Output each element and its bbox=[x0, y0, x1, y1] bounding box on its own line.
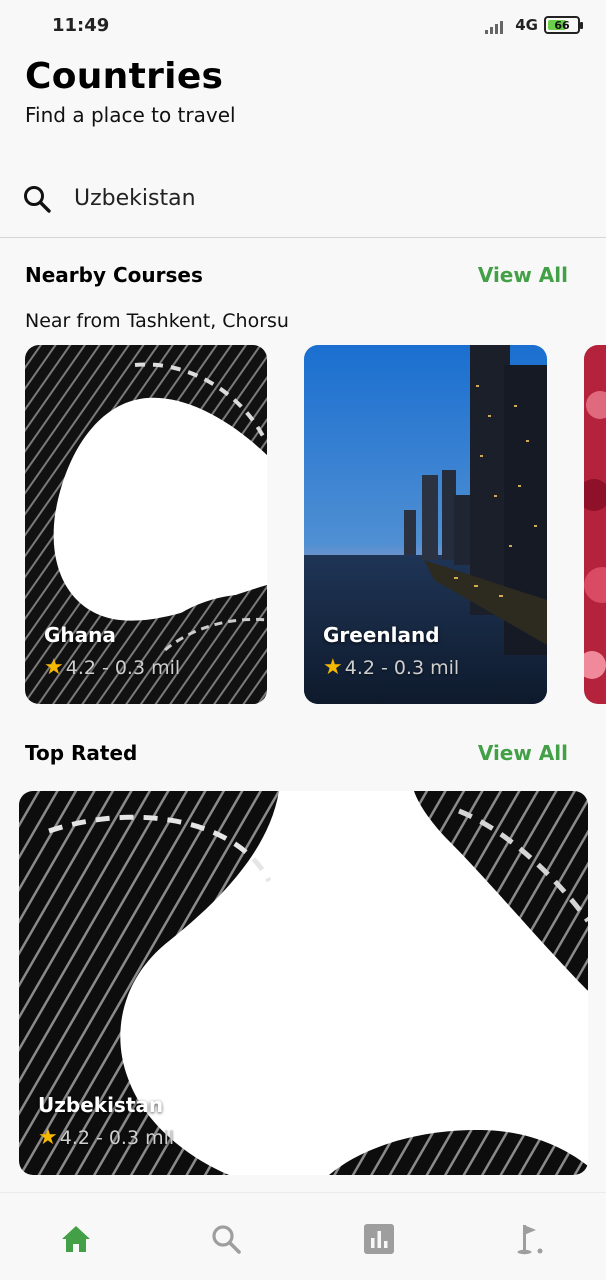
page-subtitle: Find a place to travel bbox=[25, 103, 236, 127]
star-icon: ★ bbox=[44, 655, 64, 680]
search-bar bbox=[0, 160, 606, 238]
top-rated-card[interactable]: Uzbekistan ★ 4.2 - 0.3 mil bbox=[19, 791, 588, 1175]
stats-icon[interactable] bbox=[361, 1221, 397, 1257]
card-rating: ★ 4.2 - 0.3 mil bbox=[44, 655, 180, 680]
size-value: 0.3 mil bbox=[393, 656, 460, 679]
status-icons: 4G 66 bbox=[485, 16, 583, 34]
rating-value: 4.2 bbox=[59, 1126, 90, 1149]
star-icon: ★ bbox=[38, 1125, 58, 1150]
rating-separator: - bbox=[380, 656, 388, 679]
search-input[interactable] bbox=[74, 180, 554, 216]
battery-percent: 66 bbox=[554, 18, 570, 32]
search-icon[interactable] bbox=[22, 184, 52, 214]
rating-separator: - bbox=[101, 656, 109, 679]
country-card[interactable] bbox=[584, 345, 606, 704]
country-card[interactable]: Ghana ★ 4.2 - 0.3 mil bbox=[25, 345, 267, 704]
nearby-section-title: Nearby Courses bbox=[25, 263, 203, 287]
golf-flag-icon[interactable] bbox=[512, 1221, 548, 1257]
top-rated-section-title: Top Rated bbox=[25, 741, 138, 765]
rating-value: 4.2 bbox=[344, 656, 375, 679]
card-country-name: Uzbekistan bbox=[38, 1093, 164, 1117]
status-time: 11:49 bbox=[52, 15, 110, 36]
top-rated-view-all-link[interactable]: View All bbox=[478, 741, 568, 765]
country-card[interactable]: Greenland ★ 4.2 - 0.3 mil bbox=[304, 345, 547, 704]
bottom-navigation bbox=[0, 1192, 606, 1280]
signal-icon bbox=[485, 16, 509, 34]
card-rating: ★ 4.2 - 0.3 mil bbox=[38, 1125, 174, 1150]
nearby-view-all-link[interactable]: View All bbox=[478, 263, 568, 287]
abstract-architecture-image bbox=[19, 791, 588, 1175]
city-skyline-image bbox=[304, 345, 547, 704]
rating-separator: - bbox=[95, 1126, 103, 1149]
card-rating: ★ 4.2 - 0.3 mil bbox=[323, 655, 459, 680]
flowers-image bbox=[584, 345, 606, 704]
size-value: 0.3 mil bbox=[108, 1126, 175, 1149]
nearby-location-text: Near from Tashkent, Chorsu bbox=[25, 310, 289, 332]
star-icon: ★ bbox=[323, 655, 343, 680]
search-icon[interactable] bbox=[208, 1221, 244, 1257]
card-country-name: Greenland bbox=[323, 623, 440, 647]
home-icon[interactable] bbox=[58, 1221, 94, 1257]
page-title: Countries bbox=[25, 56, 224, 97]
status-bar: 11:49 4G 66 bbox=[0, 0, 606, 52]
card-country-name: Ghana bbox=[44, 623, 116, 647]
abstract-architecture-image bbox=[25, 345, 267, 704]
size-value: 0.3 mil bbox=[114, 656, 181, 679]
rating-value: 4.2 bbox=[65, 656, 96, 679]
network-type: 4G bbox=[515, 16, 538, 34]
battery-icon: 66 bbox=[544, 16, 583, 34]
